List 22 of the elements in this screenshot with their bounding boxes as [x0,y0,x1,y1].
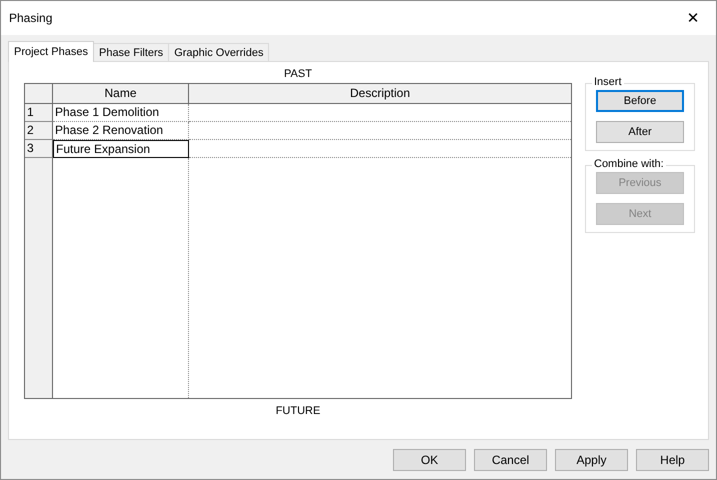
table-cell[interactable]: Future Expansion [53,140,189,158]
close-button[interactable]: ✕ [670,1,716,35]
dialog-button[interactable]: OK [393,449,466,471]
group-title: Insert [592,76,624,88]
table-cell[interactable]: Phase 1 Demolition [53,104,189,122]
action-button[interactable]: After [596,121,684,143]
action-button[interactable]: Before [596,90,684,112]
column-header: Name [53,84,189,104]
past-label: PAST [284,67,312,82]
dialog-button[interactable]: Cancel [474,449,547,471]
row-number[interactable]: 3 [25,140,53,158]
tab[interactable]: Graphic Overrides [168,43,270,61]
window-title: Phasing [9,11,52,25]
row-number[interactable]: 1 [25,104,53,122]
table-cell[interactable]: Phase 2 Renovation [53,122,189,140]
group-title: Combine with: [592,158,666,170]
row-number[interactable]: 2 [25,122,53,140]
tab[interactable]: Project Phases [8,41,94,62]
future-label: FUTURE [276,404,320,419]
column-header: Description [189,84,571,104]
dialog-button[interactable]: Help [636,449,709,471]
dialog-button[interactable]: Apply [555,449,628,471]
